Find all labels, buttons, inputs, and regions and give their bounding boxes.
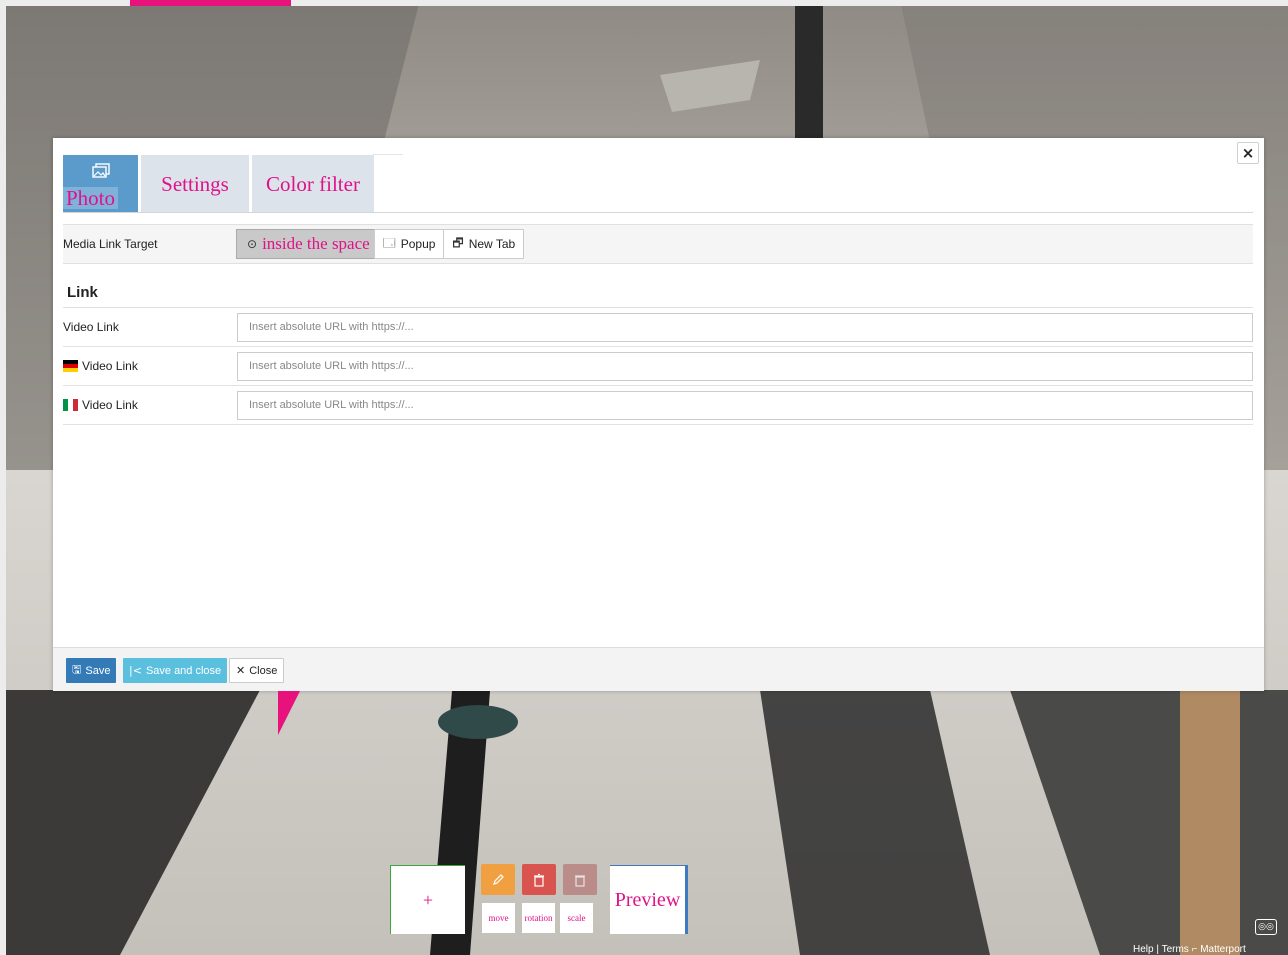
- move-button[interactable]: move: [482, 903, 515, 933]
- video-link-it-label: Video Link: [63, 398, 237, 412]
- floppy-icon: 🖫: [72, 663, 82, 676]
- pink-pointer-marker: [278, 691, 301, 735]
- media-link-target-selector: ⊙ inside the space 🗔 Popup 🗗 New Tab: [236, 229, 525, 259]
- new-tab-icon: 🗗: [452, 235, 464, 250]
- add-tag-button[interactable]: +: [390, 865, 465, 934]
- footer-separator: |: [1156, 944, 1159, 955]
- save-button[interactable]: 🖫 Save: [66, 658, 117, 683]
- close-icon: ✕: [236, 664, 246, 677]
- media-link-dialog: × Photo Settings Color filter Media Link…: [53, 138, 1264, 691]
- media-link-target-label: Media Link Target: [63, 237, 158, 251]
- tab-settings[interactable]: Settings: [141, 155, 249, 213]
- tab-color-filter[interactable]: Color filter: [252, 155, 374, 213]
- pencil-icon: [493, 873, 504, 885]
- delete-disabled-button[interactable]: [563, 864, 597, 895]
- italian-flag-icon: [63, 399, 78, 411]
- trash-icon: [575, 874, 585, 887]
- video-link-input[interactable]: Insert absolute URL with https://...: [237, 312, 1253, 342]
- preview-button[interactable]: Preview: [610, 865, 688, 934]
- photo-icon: [63, 163, 138, 183]
- option-inside-the-space[interactable]: ⊙ inside the space: [236, 229, 375, 259]
- video-link-label: Video Link: [63, 320, 237, 334]
- help-link[interactable]: Help: [1133, 944, 1154, 955]
- video-link-de-label: Video Link: [63, 359, 237, 373]
- dialog-footer: 🖫 Save |< Save and close ✕ Close: [53, 647, 1264, 691]
- save-button-label: Save: [85, 664, 111, 677]
- video-link-it-input[interactable]: Insert absolute URL with https://...: [237, 390, 1253, 420]
- pink-marker-top: [130, 0, 291, 6]
- terms-link[interactable]: Terms: [1162, 944, 1189, 955]
- option-new-tab-label: New Tab: [468, 237, 516, 251]
- option-popup[interactable]: 🗔 Popup: [373, 229, 445, 259]
- close-button[interactable]: ✕ Close: [229, 658, 285, 683]
- video-link-de-label-text: Video Link: [82, 359, 138, 373]
- tab-photo-label: Photo: [63, 187, 119, 209]
- video-link-de-row: Video Link Insert absolute URL with http…: [63, 347, 1253, 386]
- video-link-de-input[interactable]: Insert absolute URL with https://...: [237, 351, 1253, 381]
- german-flag-icon: [63, 360, 78, 372]
- matterport-footer: Help | Terms ⌐ Matterport: [1133, 944, 1246, 955]
- tab-bar-edge: [373, 154, 403, 155]
- link-section-title: Link: [67, 284, 98, 301]
- step-back-icon: |<: [129, 664, 142, 677]
- save-and-close-button[interactable]: |< Save and close: [123, 658, 228, 683]
- video-link-row: Video Link Insert absolute URL with http…: [63, 308, 1253, 347]
- trash-icon: [534, 873, 544, 887]
- video-link-it-label-text: Video Link: [82, 398, 138, 412]
- tab-divider: [63, 212, 1253, 213]
- window-icon: 🗔: [382, 235, 396, 250]
- rotation-button[interactable]: rotation: [522, 903, 555, 933]
- close-button-label: Close: [249, 664, 278, 677]
- tab-photo[interactable]: Photo: [63, 155, 138, 213]
- option-popup-label: Popup: [400, 237, 436, 251]
- left-strip: [0, 0, 6, 955]
- media-link-target-row: Media Link Target ⊙ inside the space 🗔 P…: [63, 224, 1253, 264]
- option-new-tab[interactable]: 🗗 New Tab: [443, 229, 525, 259]
- save-and-close-label: Save and close: [145, 664, 222, 677]
- dialog-tabs: Photo Settings Color filter: [63, 155, 377, 213]
- scale-button[interactable]: scale: [560, 903, 593, 933]
- matterport-logo-icon: ⌐: [1191, 944, 1198, 955]
- video-link-it-row: Video Link Insert absolute URL with http…: [63, 386, 1253, 425]
- radio-selected-icon: ⊙: [247, 237, 258, 251]
- video-link-label-text: Video Link: [63, 320, 119, 334]
- delete-button[interactable]: [522, 864, 556, 895]
- matterport-brand[interactable]: Matterport: [1200, 944, 1246, 955]
- edit-button[interactable]: [481, 864, 515, 895]
- option-inside-the-space-label: inside the space: [262, 234, 370, 253]
- vr-headset-icon[interactable]: ◎◎: [1255, 919, 1277, 935]
- close-dialog-icon[interactable]: ×: [1237, 142, 1259, 164]
